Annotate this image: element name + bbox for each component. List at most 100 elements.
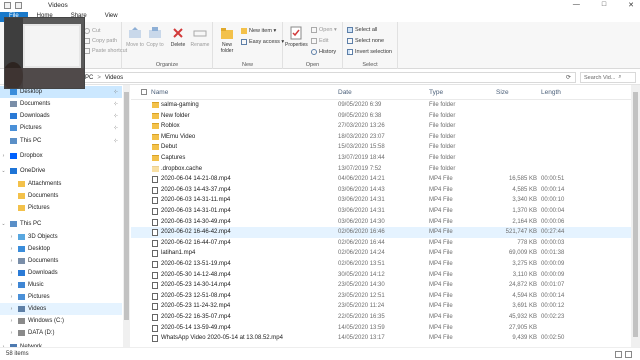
new-folder-quick-icon[interactable]: [15, 2, 22, 9]
history-button[interactable]: History: [311, 49, 336, 55]
sidebar-item-music[interactable]: › Music: [0, 279, 122, 291]
close-button[interactable]: ✕: [628, 1, 634, 9]
open-button[interactable]: Open ▾: [311, 27, 337, 33]
table-row[interactable]: 2020-06-03 14-31-01.mp4 03/06/2020 14:31 M…: [131, 206, 631, 217]
sidebar-item-data-d[interactable]: › DATA (D:): [0, 327, 122, 339]
sidebar-item-this-pc[interactable]: This PC ⊹: [0, 135, 122, 147]
sidebar-item-pictures[interactable]: Pictures: [0, 202, 122, 214]
column-size[interactable]: Size: [496, 89, 509, 96]
chevron-right-icon[interactable]: ›: [8, 318, 15, 324]
copy-to-button[interactable]: Copy to: [144, 26, 166, 48]
chevron-down-icon[interactable]: ⌄: [0, 168, 7, 174]
sidebar-item-this-pc[interactable]: ⌄ This PC: [0, 218, 122, 230]
table-row[interactable]: latihan1.mp4 02/06/2020 14:24 MP4 File 69,0…: [131, 248, 631, 259]
sidebar-item-3d-objects[interactable]: › 3D Objects: [0, 231, 122, 243]
table-row[interactable]: MEmu Video 18/03/2020 23:07 File folder: [131, 132, 631, 143]
chevron-right-icon[interactable]: ›: [8, 246, 15, 252]
minimize-button[interactable]: —: [573, 1, 580, 9]
search-icon: ⌕: [618, 74, 622, 80]
invert-selection-button[interactable]: Invert selection: [347, 49, 392, 55]
chevron-right-icon[interactable]: ›: [8, 306, 15, 312]
table-row[interactable]: 2020-06-03 14-43-37.mp4 03/06/2020 14:43 M…: [131, 185, 631, 196]
file-name: 2020-05-23 14-30-14.mp4: [161, 282, 231, 289]
large-icons-view-icon[interactable]: [625, 351, 632, 358]
chevron-right-icon[interactable]: ›: [8, 270, 15, 276]
refresh-icon[interactable]: ⟳: [566, 74, 571, 81]
sidebar-item-onedrive[interactable]: ⌄ OneDrive: [0, 165, 122, 177]
file-name: Roblox: [161, 123, 180, 130]
new-item-button[interactable]: New item ▾: [241, 28, 276, 34]
select-all-checkbox[interactable]: [141, 89, 147, 95]
sidebar-item-downloads[interactable]: Downloads ⊹: [0, 110, 122, 122]
video-file-icon: [152, 292, 158, 300]
chevron-right-icon[interactable]: ›: [8, 258, 15, 264]
table-row[interactable]: 2020-06-02 16-46-42.mp4 02/06/2020 16:46 M…: [131, 227, 631, 238]
nav-scrollbar-thumb[interactable]: [124, 92, 129, 320]
properties-button[interactable]: Properties: [285, 26, 308, 48]
table-row[interactable]: 2020-06-02 13-51-19.mp4 02/06/2020 13:51 M…: [131, 259, 631, 270]
chevron-right-icon[interactable]: ›: [8, 282, 15, 288]
chevron-right-icon[interactable]: ›: [8, 330, 15, 336]
tab-view[interactable]: View: [96, 12, 127, 22]
table-row[interactable]: 2020-05-22 16-35-07.mp4 22/05/2020 16:35 M…: [131, 312, 631, 323]
table-row[interactable]: 2020-06-03 14-31-11.mp4 03/06/2020 14:31 M…: [131, 195, 631, 206]
table-row[interactable]: WhatsApp Video 2020-05-14 at 13.08.52.mp…: [131, 333, 631, 344]
paste-shortcut-button[interactable]: Paste shortcut: [84, 48, 127, 54]
table-row[interactable]: 2020-05-23 12-51-08.mp4 23/05/2020 12:51 M…: [131, 291, 631, 302]
delete-button[interactable]: Delete: [167, 26, 189, 48]
sidebar-item-documents[interactable]: Documents: [0, 190, 122, 202]
edit-button[interactable]: Edit: [311, 38, 328, 44]
sidebar-item-label: Attachments: [28, 181, 62, 187]
table-row[interactable]: 2020-06-02 16-44-07.mp4 02/06/2020 16:44 M…: [131, 238, 631, 249]
table-row[interactable]: 2020-05-30 14-12-48.mp4 30/05/2020 14:12 M…: [131, 270, 631, 281]
chevron-right-icon[interactable]: ›: [0, 153, 7, 159]
sidebar-item-documents[interactable]: Documents ⊹: [0, 98, 122, 110]
address-bar[interactable]: PC > Videos: [80, 72, 576, 83]
sidebar-item-pictures[interactable]: Pictures ⊹: [0, 122, 122, 134]
sidebar-item-windows-c[interactable]: › Windows (C:): [0, 315, 122, 327]
details-view-icon[interactable]: [615, 351, 622, 358]
column-name[interactable]: Name: [151, 89, 168, 96]
table-row[interactable]: 2020-05-23 14-30-14.mp4 23/05/2020 14:30 M…: [131, 280, 631, 291]
sidebar-item-dropbox[interactable]: › Dropbox: [0, 150, 122, 162]
easy-access-button[interactable]: Easy access ▾: [241, 39, 284, 45]
table-row[interactable]: 2020-06-03 14-30-49.mp4 03/06/2020 14:30 M…: [131, 217, 631, 228]
table-row[interactable]: Roblox 27/03/2020 13:26 File folder: [131, 121, 631, 132]
sidebar-item-desktop[interactable]: › Desktop: [0, 243, 122, 255]
column-type[interactable]: Type: [429, 89, 443, 96]
rename-button[interactable]: Rename: [189, 26, 211, 48]
column-date[interactable]: Date: [338, 89, 352, 96]
copy-path-button[interactable]: Copy path: [84, 38, 117, 44]
new-folder-button[interactable]: New folder: [216, 26, 238, 54]
breadcrumb-videos[interactable]: Videos: [105, 75, 123, 81]
chevron-down-icon[interactable]: ⌄: [0, 221, 7, 227]
table-row[interactable]: salma-gaming 09/05/2020 6:39 File folder: [131, 100, 631, 111]
file-type: MP4 File: [429, 292, 453, 299]
maximize-button[interactable]: □: [602, 1, 606, 9]
column-length[interactable]: Length: [541, 89, 561, 96]
table-row[interactable]: 2020-05-14 13-59-49.mp4 14/05/2020 13:59 M…: [131, 323, 631, 334]
table-row[interactable]: .dropbox.cache 13/07/2019 7:52 File folder: [131, 164, 631, 175]
chevron-right-icon[interactable]: ›: [8, 234, 15, 240]
select-all-button[interactable]: Select all: [347, 27, 377, 33]
sidebar-item-documents[interactable]: › Documents: [0, 255, 122, 267]
sidebar-item-pictures[interactable]: › Pictures: [0, 291, 122, 303]
file-list-scrollbar-thumb[interactable]: [633, 92, 638, 337]
breadcrumb-pc[interactable]: PC: [85, 75, 93, 81]
file-length: 00:00:14: [541, 186, 565, 193]
table-row[interactable]: New folder 09/05/2020 6:38 File folder: [131, 111, 631, 122]
properties-quick-icon[interactable]: [4, 2, 11, 9]
table-row[interactable]: 2020-06-04 14-21-08.mp4 04/06/2020 14:21 M…: [131, 174, 631, 185]
sidebar-item-downloads[interactable]: › Downloads: [0, 267, 122, 279]
search-input[interactable]: Search Vid... ⌕: [580, 72, 636, 83]
table-row[interactable]: 2020-05-23 11-24-32.mp4 23/05/2020 11:24 M…: [131, 301, 631, 312]
table-row[interactable]: Debut 15/03/2020 15:58 File folder: [131, 142, 631, 153]
move-to-button[interactable]: Move to: [124, 26, 146, 48]
table-row[interactable]: Captures 13/07/2019 18:44 File folder: [131, 153, 631, 164]
new-item-icon: [241, 28, 247, 34]
sidebar-item-attachments[interactable]: Attachments: [0, 178, 122, 190]
chevron-right-icon[interactable]: ›: [8, 294, 15, 300]
sidebar-item-videos[interactable]: › Videos: [0, 303, 122, 315]
cut-button[interactable]: Cut: [84, 28, 101, 34]
select-none-button[interactable]: Select none: [347, 38, 384, 44]
